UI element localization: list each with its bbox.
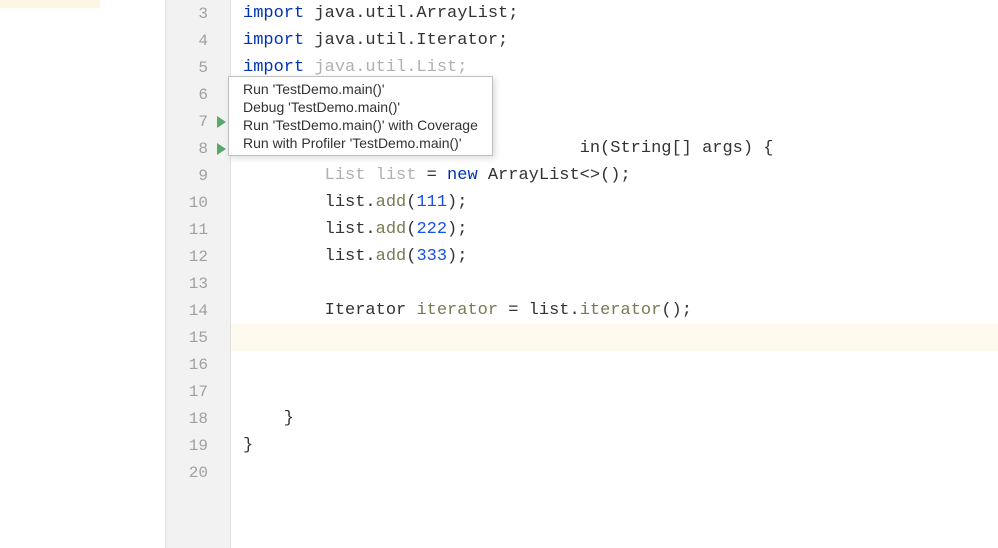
line-number: 17 <box>189 383 208 401</box>
gutter-line-14[interactable]: 14 <box>166 297 230 324</box>
code-line-16[interactable] <box>231 351 998 378</box>
obj: list. <box>243 220 376 239</box>
context-menu: Run 'TestDemo.main()'Debug 'TestDemo.mai… <box>228 76 493 156</box>
run-gutter-icon[interactable] <box>214 115 228 129</box>
line-number: 7 <box>198 113 208 131</box>
keyword-import: import <box>243 31 304 50</box>
eq: = <box>416 166 447 185</box>
play-icon <box>217 143 226 155</box>
highlight-marker <box>0 0 100 8</box>
iter-type: Iterator <box>243 301 416 320</box>
keyword-new: new <box>447 166 478 185</box>
play-icon <box>217 116 226 128</box>
close-brace: } <box>243 436 253 455</box>
gutter-line-17[interactable]: 17 <box>166 378 230 405</box>
context-menu-item-3[interactable]: Run with Profiler 'TestDemo.main()' <box>229 134 492 152</box>
context-menu-item-1[interactable]: Debug 'TestDemo.main()' <box>229 98 492 116</box>
line-number: 6 <box>198 86 208 104</box>
code-line-19[interactable]: } <box>231 432 998 459</box>
line-number: 5 <box>198 59 208 77</box>
left-margin <box>0 0 165 548</box>
line-number: 20 <box>189 464 208 482</box>
gutter-line-5[interactable]: 5 <box>166 54 230 81</box>
gutter-line-4[interactable]: 4 <box>166 27 230 54</box>
code-line-14[interactable]: Iterator iterator = list.iterator(); <box>231 297 998 324</box>
gutter-line-7[interactable]: 7 <box>166 108 230 135</box>
close-brace: } <box>243 409 294 428</box>
line-number: 14 <box>189 302 208 320</box>
gutter-line-10[interactable]: 10 <box>166 189 230 216</box>
number-literal: 222 <box>416 220 447 239</box>
keyword-import: import <box>243 58 304 77</box>
method-call: add <box>376 193 407 212</box>
obj: list. <box>243 247 376 266</box>
close: (); <box>661 301 692 320</box>
line-number: 11 <box>189 221 208 239</box>
line-number: 9 <box>198 167 208 185</box>
gutter-line-9[interactable]: 9 <box>166 162 230 189</box>
gutter-line-12[interactable]: 12 <box>166 243 230 270</box>
number-literal: 111 <box>416 193 447 212</box>
gutter-line-8[interactable]: 8 <box>166 135 230 162</box>
method-call: add <box>376 247 407 266</box>
gutter-line-13[interactable]: 13 <box>166 270 230 297</box>
code-line-11[interactable]: list.add(222); <box>231 216 998 243</box>
ctor: ArrayList<>(); <box>478 166 631 185</box>
code-line-3[interactable]: import java.util.ArrayList; <box>231 0 998 27</box>
method-call: add <box>376 220 407 239</box>
code-line-4[interactable]: import java.util.Iterator; <box>231 27 998 54</box>
blank-line <box>243 328 253 347</box>
package-path-dim: java.util.List; <box>304 58 467 77</box>
blank-line <box>243 463 253 482</box>
code-line-12[interactable]: list.add(333); <box>231 243 998 270</box>
gutter-line-18[interactable]: 18 <box>166 405 230 432</box>
gutter-line-6[interactable]: 6 <box>166 81 230 108</box>
code-line-20[interactable] <box>231 459 998 486</box>
line-number: 4 <box>198 32 208 50</box>
number-literal: 333 <box>416 247 447 266</box>
code-line-13[interactable] <box>231 270 998 297</box>
line-number: 16 <box>189 356 208 374</box>
code-line-18[interactable]: } <box>231 405 998 432</box>
gutter[interactable]: 3 4 5 6 7 8 9 10 11 12 13 14 15 16 17 18 19 20 <box>165 0 231 548</box>
blank-line <box>243 355 253 374</box>
var-name: iterator <box>416 301 498 320</box>
paren-close: ); <box>447 247 467 266</box>
gutter-line-16[interactable]: 16 <box>166 351 230 378</box>
code-line-10[interactable]: list.add(111); <box>231 189 998 216</box>
code-line-9[interactable]: List list = new ArrayList<>(); <box>231 162 998 189</box>
package-path: java.util.Iterator; <box>304 31 508 50</box>
code-line-17[interactable] <box>231 378 998 405</box>
gutter-line-20[interactable]: 20 <box>166 459 230 486</box>
gutter-line-11[interactable]: 11 <box>166 216 230 243</box>
line-number: 18 <box>189 410 208 428</box>
line-number: 8 <box>198 140 208 158</box>
paren-close: ); <box>447 220 467 239</box>
package-path: java.util.ArrayList; <box>304 4 518 23</box>
line-number: 10 <box>189 194 208 212</box>
run-gutter-icon[interactable] <box>214 142 228 156</box>
code-line-15[interactable] <box>231 324 998 351</box>
line-number: 13 <box>189 275 208 293</box>
paren-open: ( <box>406 220 416 239</box>
gutter-line-19[interactable]: 19 <box>166 432 230 459</box>
keyword-import: import <box>243 4 304 23</box>
line-number: 19 <box>189 437 208 455</box>
context-menu-item-0[interactable]: Run 'TestDemo.main()' <box>229 80 492 98</box>
line-number: 15 <box>189 329 208 347</box>
gutter-line-3[interactable]: 3 <box>166 0 230 27</box>
paren-close: ); <box>447 193 467 212</box>
paren-open: ( <box>406 247 416 266</box>
blank-line <box>243 274 253 293</box>
decl-type: List list <box>243 166 416 185</box>
mid: = list. <box>498 301 580 320</box>
paren-open: ( <box>406 193 416 212</box>
gutter-line-15[interactable]: 15 <box>166 324 230 351</box>
context-menu-item-2[interactable]: Run 'TestDemo.main()' with Coverage <box>229 116 492 134</box>
line-number: 3 <box>198 5 208 23</box>
blank-line <box>243 382 253 401</box>
method-call: iterator <box>580 301 662 320</box>
obj: list. <box>243 193 376 212</box>
line-number: 12 <box>189 248 208 266</box>
